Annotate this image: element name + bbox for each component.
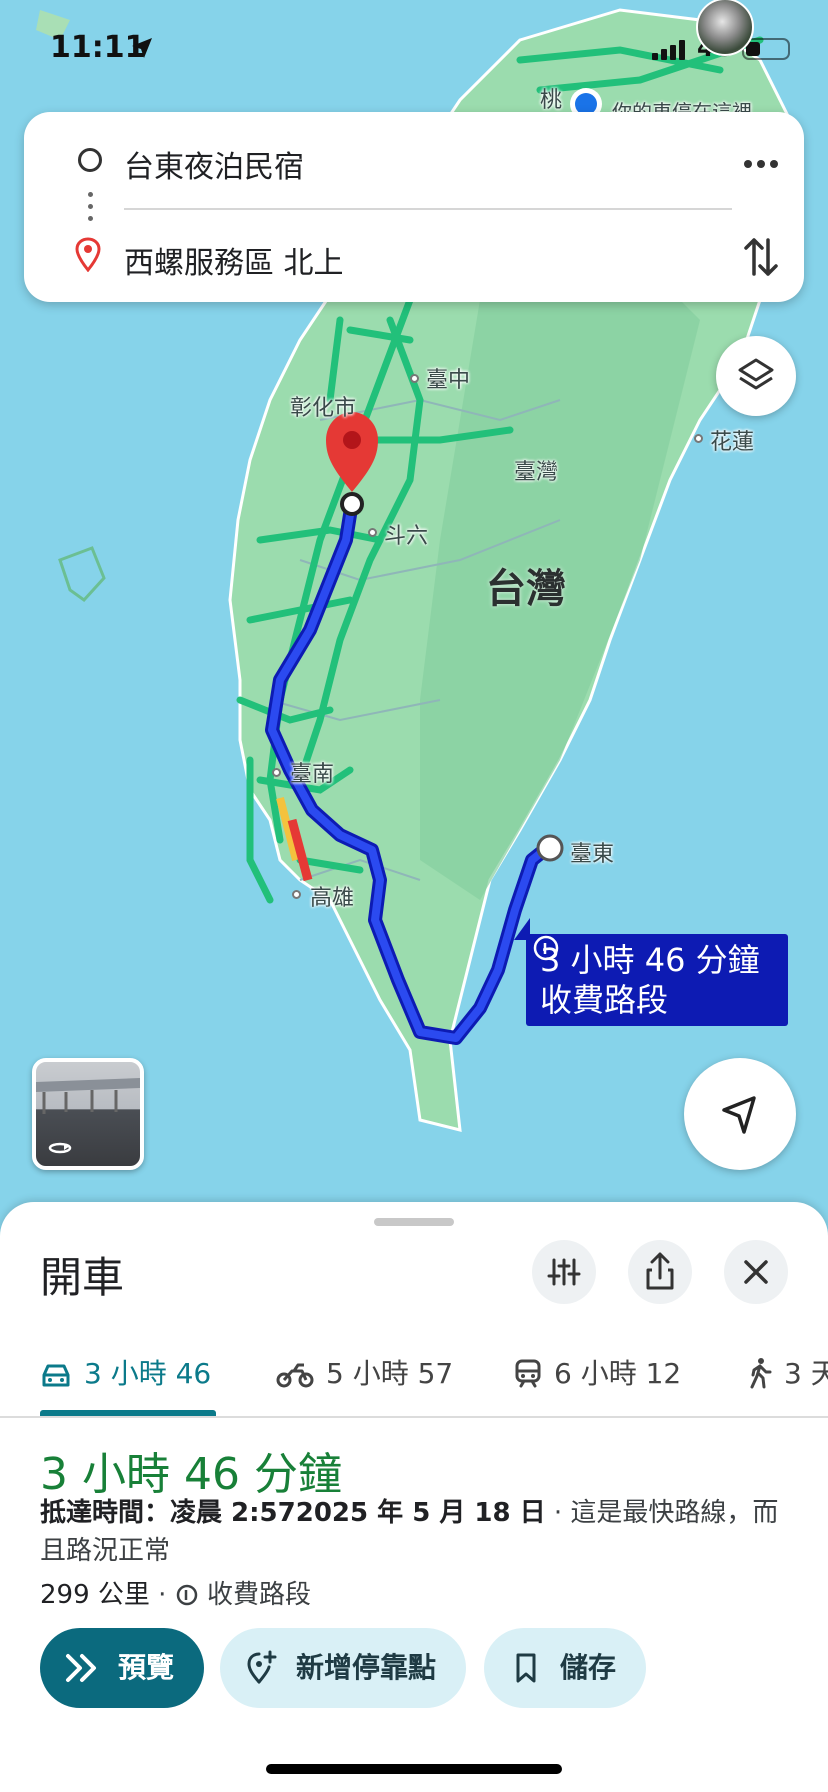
- origin-field[interactable]: 台東夜泊民宿: [124, 142, 304, 186]
- town-dot-taichung: [410, 374, 419, 383]
- status-bar: 11:11 4G: [0, 0, 828, 100]
- directions-card: 台東夜泊民宿 西螺服務區 北上: [24, 112, 804, 302]
- tab-walk-label: 3 天: [784, 1357, 828, 1390]
- add-stop-label: 新增停靠點: [296, 1651, 437, 1684]
- place-taitung: 臺東: [570, 842, 615, 867]
- my-location-button[interactable]: [684, 1058, 796, 1170]
- place-taiwan-big: 台灣: [486, 566, 566, 612]
- save-label: 儲存: [560, 1651, 617, 1684]
- car-icon: [42, 1364, 70, 1387]
- route-duration: 3 小時 46 分鐘: [40, 1449, 342, 1500]
- card-divider: [124, 208, 732, 210]
- route-distance: 299 公里: [40, 1580, 150, 1610]
- motorcycle-icon: [276, 1363, 314, 1388]
- sliders-icon: [547, 1258, 581, 1286]
- destination-field[interactable]: 西螺服務區 北上: [124, 238, 344, 282]
- connector-dot: [88, 204, 93, 209]
- street-view-icon: [36, 1078, 140, 1154]
- town-dot-kaohsiung: [292, 890, 301, 899]
- tab-motorcycle-label: 5 小時 57: [326, 1357, 454, 1390]
- close-button[interactable]: [724, 1240, 788, 1304]
- location-services-icon: [132, 38, 152, 58]
- arrival-time: 抵達時間：凌晨 2:572025 年 5 月 18 日: [40, 1498, 546, 1528]
- selected-tab-indicator: [40, 1410, 216, 1416]
- place-taichung: 臺中: [426, 368, 471, 393]
- route-label-duration: 3 小時 46 分鐘: [540, 941, 760, 979]
- double-chevron-icon: [66, 1654, 96, 1682]
- swap-origin-destination-icon[interactable]: [738, 232, 784, 282]
- place-changhua: 彰化市: [290, 396, 357, 421]
- walk-icon: [750, 1358, 772, 1389]
- add-stop-button[interactable]: 新增停靠點: [220, 1628, 466, 1708]
- sheet-drag-handle[interactable]: [374, 1218, 454, 1226]
- tab-walk[interactable]: 3 天: [748, 1352, 828, 1392]
- account-avatar[interactable]: [696, 0, 754, 56]
- toll-icon: [533, 935, 559, 961]
- preview-button[interactable]: 預覽: [40, 1628, 204, 1708]
- layers-button[interactable]: [716, 336, 796, 416]
- place-taiwan-small: 臺灣: [514, 460, 559, 485]
- signal-strength-icon: [652, 40, 685, 60]
- close-icon: [744, 1260, 768, 1284]
- destination-pin-icon: [75, 237, 101, 272]
- save-button[interactable]: 儲存: [484, 1628, 646, 1708]
- share-icon: [646, 1252, 674, 1290]
- travel-mode-title: 開車: [40, 1253, 125, 1302]
- directions-bottom-sheet: 開車 3 小時 46 5 小時 57 6 小時 12 3 天 3 小時 46 分…: [0, 1202, 828, 1792]
- bookmark-icon: [516, 1653, 536, 1683]
- place-kaohsiung: 高雄: [310, 886, 355, 911]
- train-icon: [515, 1359, 541, 1388]
- tab-transit-label: 6 小時 12: [554, 1357, 682, 1390]
- add-location-icon: [247, 1650, 277, 1684]
- home-indicator[interactable]: [266, 1764, 562, 1774]
- arrival-info: 抵達時間：凌晨 2:572025 年 5 月 18 日 · 這是最快路線，而且路…: [40, 1494, 780, 1570]
- more-options-icon[interactable]: [736, 144, 786, 184]
- distance-info: 299 公里 · 收費路段: [40, 1580, 311, 1610]
- toll-road-icon: [176, 1584, 197, 1606]
- street-view-thumbnail[interactable]: [32, 1058, 144, 1170]
- layers-icon: [738, 358, 774, 390]
- town-dot-douliu: [368, 528, 377, 537]
- place-douliu: 斗六: [384, 524, 429, 549]
- town-dot-hualien: [694, 434, 703, 443]
- town-dot-tainan: [272, 768, 281, 777]
- toll-road-label: 收費路段: [206, 1580, 311, 1610]
- origin-circle-icon: [78, 148, 102, 172]
- tab-drive-label: 3 小時 46: [84, 1357, 212, 1390]
- connector-dot: [88, 216, 93, 221]
- tab-transit[interactable]: 6 小時 12: [514, 1352, 681, 1392]
- place-tainan: 臺南: [290, 762, 335, 787]
- place-hualien: 花蓮: [710, 430, 755, 455]
- route-options-button[interactable]: [532, 1240, 596, 1304]
- tab-drive[interactable]: 3 小時 46: [40, 1352, 211, 1392]
- preview-label: 預覽: [118, 1651, 175, 1684]
- route-duration-label[interactable]: 3 小時 46 分鐘 收費路段: [514, 918, 788, 1026]
- navigation-arrow-icon: [722, 1096, 756, 1134]
- share-button[interactable]: [628, 1240, 692, 1304]
- connector-dot: [88, 192, 93, 197]
- route-label-toll: 收費路段: [533, 935, 774, 1020]
- tab-motorcycle[interactable]: 5 小時 57: [276, 1352, 453, 1392]
- travel-mode-tabs: 3 小時 46 5 小時 57 6 小時 12 3 天: [0, 1328, 828, 1418]
